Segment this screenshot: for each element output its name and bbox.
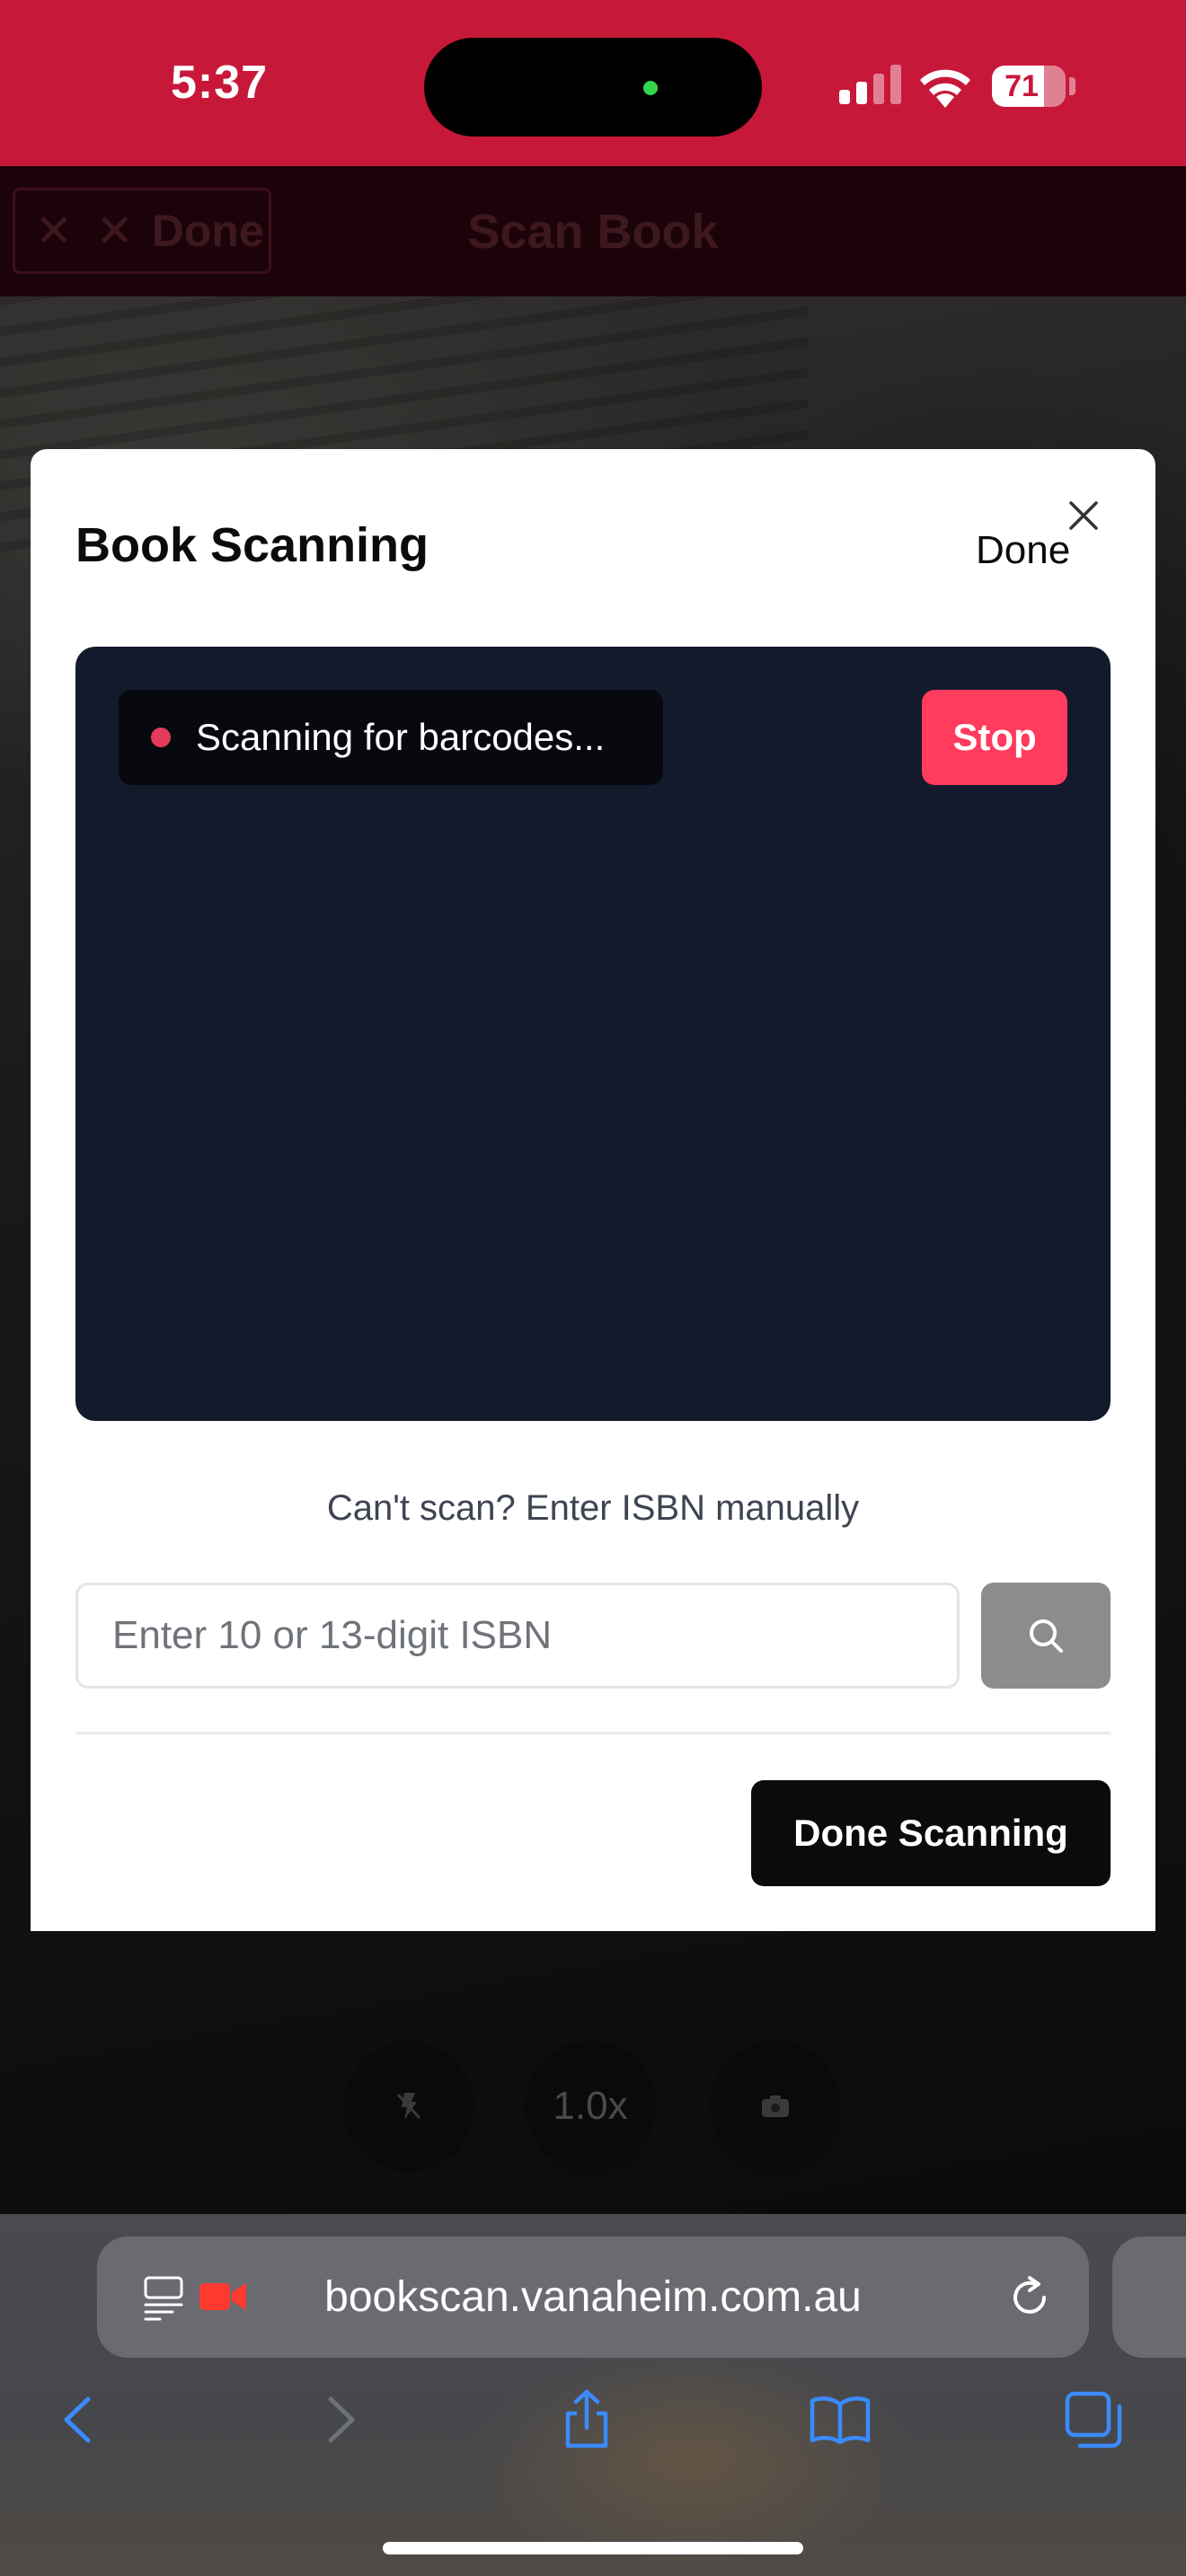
share-icon[interactable] (553, 2386, 620, 2453)
book-scanning-modal: Book Scanning Done Scanning for barcodes… (31, 449, 1155, 1931)
search-icon (1030, 1619, 1063, 1653)
stop-scanning-button[interactable]: Stop (922, 690, 1067, 785)
manual-entry-label: Can't scan? Enter ISBN manually (326, 1488, 860, 1528)
zoom-label: 1.0x (553, 2084, 628, 2128)
back-icon[interactable] (47, 2386, 113, 2453)
battery-cap (1069, 77, 1075, 95)
bookmarks-icon[interactable] (807, 2386, 873, 2453)
toolbar-background-glow (467, 2340, 916, 2573)
zoom-button[interactable]: 1.0x (525, 2041, 656, 2172)
next-tab-preview[interactable] (1112, 2236, 1186, 2358)
done-scanning-button[interactable]: Done Scanning (751, 1780, 1111, 1886)
modal-title: Book Scanning (75, 518, 429, 572)
scanning-status-pill: Scanning for barcodes... (119, 690, 663, 785)
battery-icon: 71 (992, 66, 1066, 107)
flash-toggle-button[interactable] (343, 2041, 474, 2172)
isbn-input[interactable]: Enter 10 or 13-digit ISBN (75, 1583, 960, 1689)
home-indicator[interactable] (383, 2542, 803, 2554)
battery-percent: 71 (1005, 69, 1039, 103)
scanning-status-text: Scanning for barcodes... (196, 716, 606, 758)
browser-toolbar: bookscan.vanaheim.com.au (0, 2214, 1186, 2576)
forward-icon (328, 2396, 355, 2443)
tabs-icon[interactable] (1060, 2386, 1127, 2453)
capture-photo-button[interactable] (710, 2041, 841, 2172)
camera-in-use-indicator (643, 81, 658, 95)
url-text: bookscan.vanaheim.com.au (324, 2273, 862, 2321)
address-bar[interactable]: bookscan.vanaheim.com.au (97, 2236, 1089, 2358)
status-bar: 5:37 71 (0, 0, 1186, 166)
flash-off-icon (396, 2093, 421, 2120)
isbn-placeholder: Enter 10 or 13-digit ISBN (112, 1613, 553, 1657)
reload-icon[interactable] (1005, 2272, 1055, 2323)
modal-divider (75, 1732, 1111, 1734)
barcode-scanner-view: Scanning for barcodes... Stop (75, 647, 1111, 1421)
camera-icon (762, 2095, 789, 2117)
wifi-icon (920, 69, 970, 108)
dynamic-island (424, 38, 762, 137)
cellular-signal-icon (839, 65, 901, 104)
close-icon[interactable] (1062, 494, 1105, 537)
recording-dot-icon (151, 728, 171, 747)
modal-done-button[interactable]: Done (976, 528, 1070, 573)
status-time: 5:37 (171, 57, 269, 109)
isbn-search-button[interactable] (981, 1583, 1111, 1689)
